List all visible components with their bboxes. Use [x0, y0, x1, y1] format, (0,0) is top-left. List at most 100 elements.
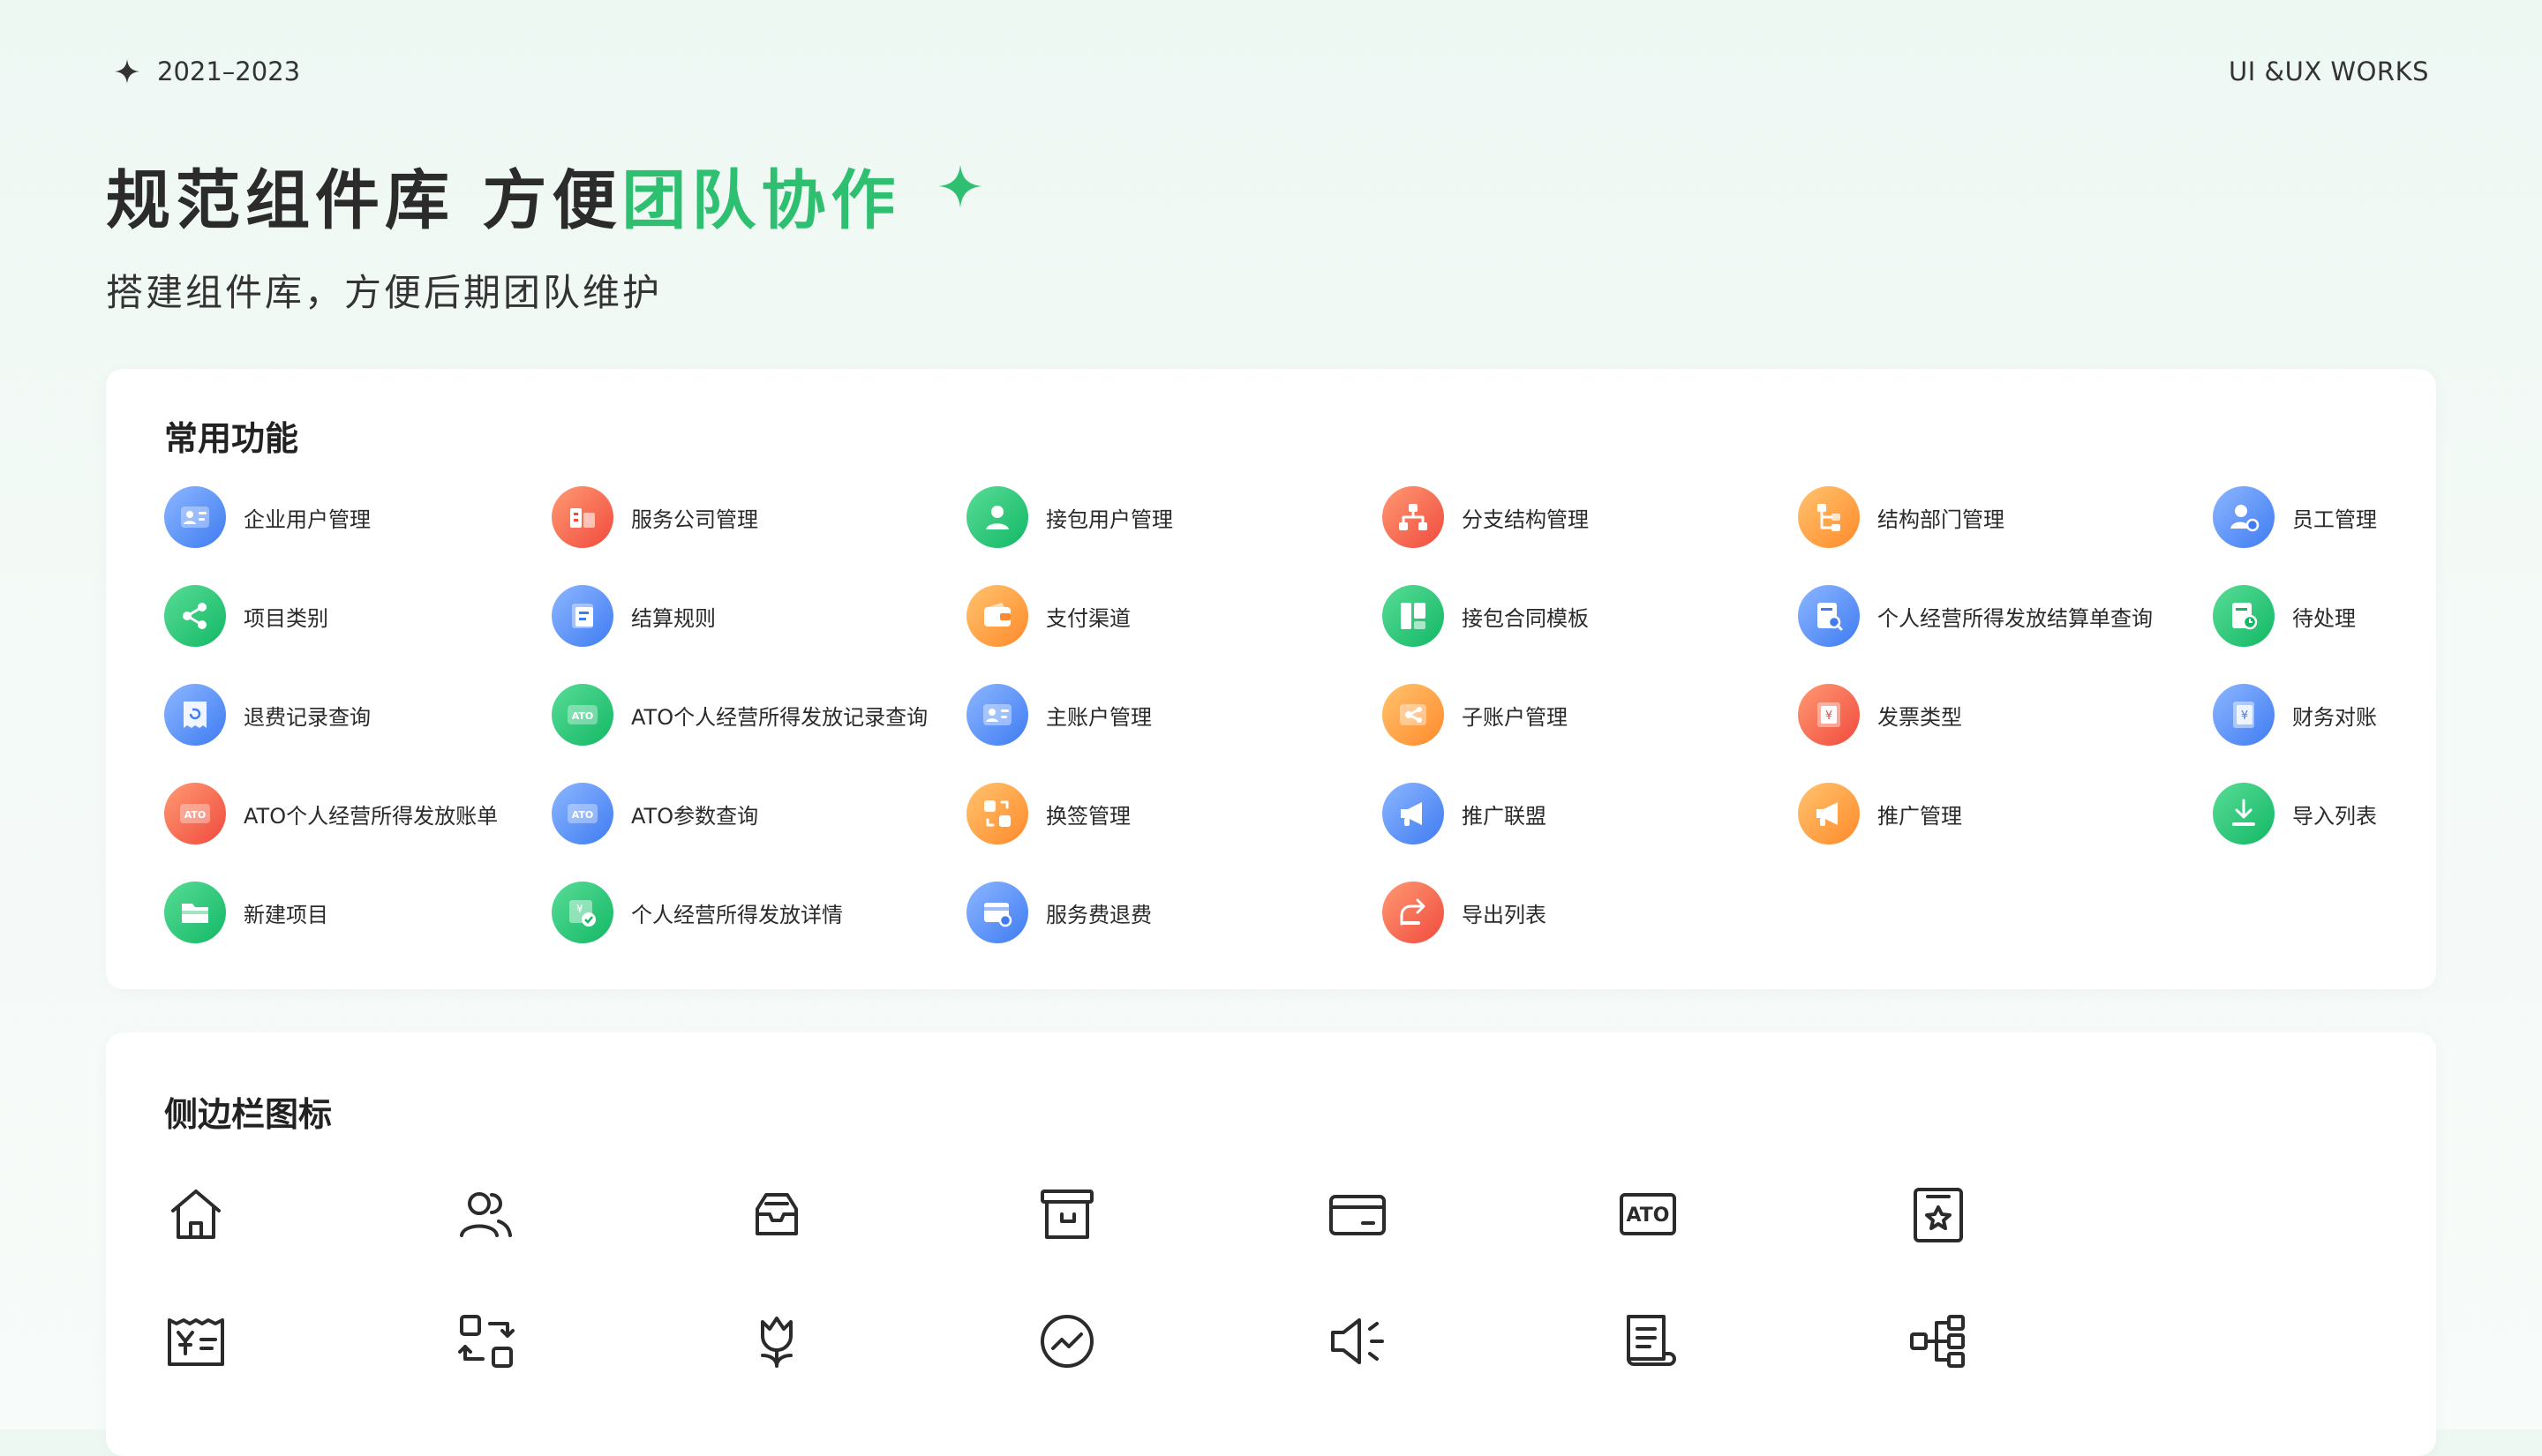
building-icon [552, 486, 613, 548]
function-item[interactable]: 员工管理 [2213, 485, 2389, 549]
function-label: 发票类型 [1877, 704, 1962, 730]
sparkle-icon [115, 59, 139, 84]
ato-icon: ATO [1616, 1182, 1680, 1246]
function-label: 子账户管理 [1462, 704, 1568, 730]
credit-card-icon [1326, 1182, 1389, 1246]
sub-account-icon [1382, 684, 1444, 746]
sidebar-icon-cell[interactable]: ATO [1616, 1182, 1906, 1310]
page-subtitle: 搭建组件库，方便后期团队维护 [106, 271, 663, 314]
function-label: 个人经营所得发放结算单查询 [1877, 605, 2153, 631]
function-label: 推广管理 [1877, 803, 1962, 829]
function-item[interactable]: 新建项目 [164, 881, 552, 944]
ato-icon-text: ATO [1626, 1205, 1669, 1227]
doc-search-icon [1798, 585, 1860, 647]
sidebar-icon-cell[interactable] [164, 1182, 455, 1310]
sidebar-icon-cell[interactable] [1906, 1310, 2197, 1437]
sidebar-icon-cell[interactable] [745, 1310, 1035, 1437]
ato-card-icon: ATO [552, 684, 613, 746]
title-green: 团队协作 [621, 163, 901, 238]
import-icon [2213, 783, 2275, 844]
folder-icon [164, 882, 226, 943]
function-item[interactable]: 推广联盟 [1382, 782, 1798, 845]
function-item[interactable]: 导出列表 [1382, 881, 1798, 944]
ato-param-icon: ATO [552, 783, 613, 844]
function-label: 企业用户管理 [244, 507, 371, 532]
function-item[interactable]: 导入列表 [2213, 782, 2389, 845]
function-label: 服务公司管理 [631, 507, 758, 532]
layout-icon [1382, 585, 1444, 647]
function-item[interactable]: 服务公司管理 [552, 485, 966, 549]
function-item[interactable]: 分支结构管理 [1382, 485, 1798, 549]
money-check-icon: ¥ [552, 882, 613, 943]
megaphone-icon [1382, 783, 1444, 844]
function-label: 导出列表 [1462, 902, 1546, 927]
function-item[interactable]: ATO ATO个人经营所得发放账单 [164, 782, 552, 845]
sidebar-icon-cell[interactable] [455, 1182, 745, 1310]
page-title: 规范组件库 方便 团队协作 [106, 148, 985, 242]
function-item[interactable]: 子账户管理 [1382, 683, 1798, 747]
function-label: 导入列表 [2292, 803, 2377, 829]
function-item[interactable]: 退费记录查询 [164, 683, 552, 747]
function-item[interactable]: ¥ 财务对账 [2213, 683, 2389, 747]
brand-label: UI &UX WORKS [2229, 56, 2429, 86]
function-item[interactable]: 接包用户管理 [966, 485, 1382, 549]
sparkle-icon [938, 164, 982, 208]
function-item[interactable]: ¥ 个人经营所得发放详情 [552, 881, 966, 944]
sidebar-icon-cell[interactable] [1906, 1182, 2197, 1310]
svg-text:¥: ¥ [2241, 709, 2248, 723]
sidebar-icon-cell[interactable] [1326, 1310, 1616, 1437]
sidebar-icons-card: 侧边栏图标 ATO [106, 1032, 2436, 1456]
sidebar-icon-cell[interactable] [1326, 1182, 1616, 1310]
function-item[interactable]: 主账户管理 [966, 683, 1382, 747]
icon-badge-text: ATO [572, 710, 594, 722]
function-label: 结算规则 [631, 605, 716, 631]
function-item[interactable]: ¥ 发票类型 [1798, 683, 2213, 747]
function-label: 个人经营所得发放详情 [631, 902, 843, 927]
sidebar-icon-cell[interactable] [1616, 1310, 1906, 1437]
function-item[interactable]: 结算规则 [552, 584, 966, 648]
org-tree-icon [1382, 486, 1444, 548]
title-dark: 规范组件库 方便 [106, 163, 622, 238]
sidebar-icon-cell[interactable] [1035, 1182, 1326, 1310]
icon-badge-text: ATO [184, 809, 207, 821]
sidebar-icon-grid: ATO [164, 1182, 2197, 1437]
sidebar-icon-cell[interactable] [1035, 1310, 1326, 1437]
function-item[interactable]: 接包合同模板 [1382, 584, 1798, 648]
sidebar-icon-cell[interactable] [455, 1310, 745, 1437]
function-item[interactable]: 项目类别 [164, 584, 552, 648]
speaker-icon [1326, 1310, 1389, 1373]
icon-badge-text: ATO [572, 809, 594, 821]
swap-icon [966, 783, 1028, 844]
function-item[interactable]: 推广管理 [1798, 782, 2213, 845]
function-label: 服务费退费 [1046, 902, 1152, 927]
trend-circle-icon [1035, 1310, 1099, 1373]
sidebar-icon-cell[interactable] [745, 1182, 1035, 1310]
year-range-text: 2021–2023 [157, 56, 301, 86]
ledger-icon: ¥ [2213, 684, 2275, 746]
svg-text:¥: ¥ [1825, 709, 1832, 723]
function-label: 结构部门管理 [1877, 507, 2004, 532]
sidebar-icons-title: 侧边栏图标 [164, 1095, 333, 1134]
share-nodes-icon [164, 585, 226, 647]
function-grid: 企业用户管理 服务公司管理 接包用户管理 分支结构管理 结构部门管理 员工管理项目类别 结算… [164, 485, 2388, 979]
doc-clock-icon [2213, 585, 2275, 647]
function-item[interactable]: 换签管理 [966, 782, 1382, 845]
function-item[interactable]: 结构部门管理 [1798, 485, 2213, 549]
function-label: ATO个人经营所得发放记录查询 [631, 704, 929, 730]
archive-icon [1035, 1182, 1099, 1246]
function-item[interactable]: 个人经营所得发放结算单查询 [1798, 584, 2213, 648]
function-label: 员工管理 [2292, 507, 2377, 532]
function-label: 支付渠道 [1046, 605, 1131, 631]
ato-bill-icon: ATO [164, 783, 226, 844]
function-item[interactable]: 待处理 [2213, 584, 2389, 648]
function-item[interactable]: 支付渠道 [966, 584, 1382, 648]
user-icon [966, 486, 1028, 548]
function-item[interactable]: ATO ATO个人经营所得发放记录查询 [552, 683, 966, 747]
id-card-icon [966, 684, 1028, 746]
sidebar-icon-cell[interactable] [164, 1310, 455, 1437]
function-item[interactable]: 企业用户管理 [164, 485, 552, 549]
function-item[interactable]: ATO ATO参数查询 [552, 782, 966, 845]
function-item[interactable]: 服务费退费 [966, 881, 1382, 944]
function-label: 换签管理 [1046, 803, 1131, 829]
user-card-icon [164, 486, 226, 548]
